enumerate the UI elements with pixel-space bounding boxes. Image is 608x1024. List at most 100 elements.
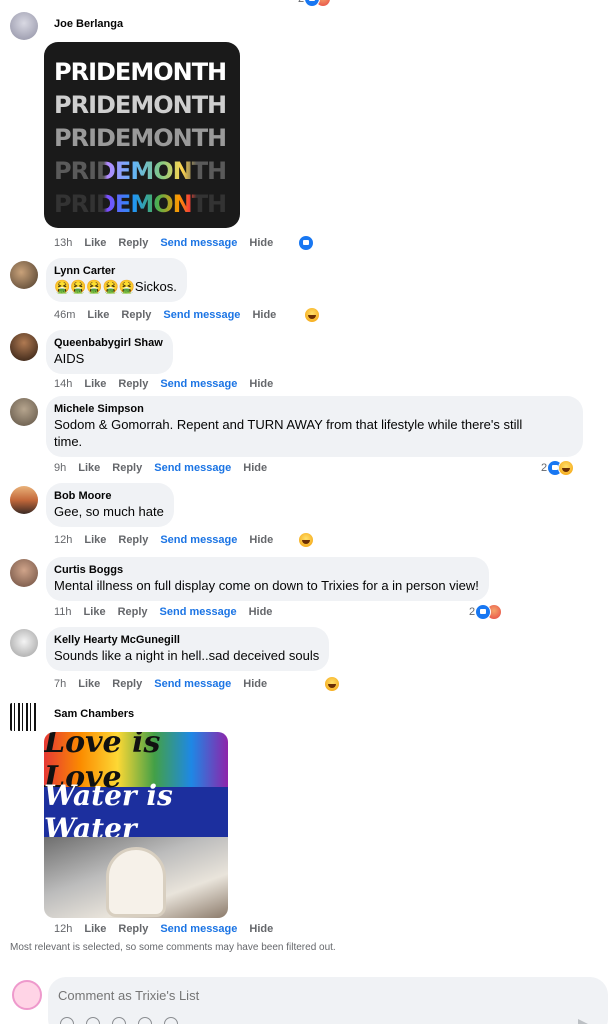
- comment-reactions[interactable]: 2: [469, 604, 503, 620]
- toilet-graphic: [106, 847, 166, 917]
- like-button[interactable]: Like: [84, 534, 106, 546]
- image-text-line: PRIDEMONTH: [54, 124, 227, 152]
- comment-composer: [48, 977, 608, 1024]
- comment-author[interactable]: Sam Chambers: [54, 708, 134, 720]
- comment-time[interactable]: 12h: [54, 534, 72, 546]
- comment-author[interactable]: Curtis Boggs: [54, 563, 479, 577]
- reply-button[interactable]: Reply: [118, 923, 148, 935]
- avatar[interactable]: [10, 486, 38, 514]
- reply-button[interactable]: Reply: [118, 378, 148, 390]
- comment-time[interactable]: 13h: [54, 237, 72, 249]
- reply-button[interactable]: Reply: [118, 606, 148, 618]
- gif-icon[interactable]: [138, 1017, 152, 1024]
- partial-actions-row: [54, 0, 69, 4]
- avatar[interactable]: [10, 333, 38, 361]
- like-button[interactable]: Like: [87, 309, 109, 321]
- send-message-button[interactable]: Send message: [160, 606, 237, 618]
- emoji-icon[interactable]: [86, 1017, 100, 1024]
- haha-reaction-icon: [324, 676, 340, 692]
- comment-reactions[interactable]: [298, 532, 314, 548]
- comment-reactions[interactable]: [324, 676, 340, 692]
- comment-text: Gee, so much hate: [54, 504, 164, 519]
- comment-author[interactable]: Bob Moore: [54, 489, 164, 503]
- comment-actions: 46m Like Reply Send message Hide: [54, 309, 288, 321]
- comment-time[interactable]: 14h: [54, 378, 72, 390]
- like-button[interactable]: Like: [78, 462, 100, 474]
- like-button[interactable]: Like: [84, 923, 106, 935]
- sticker-icon[interactable]: [164, 1017, 178, 1024]
- image-text-line: PRIDEMONTH: [54, 58, 227, 86]
- comment-author[interactable]: Kelly Hearty McGunegill: [54, 633, 319, 647]
- send-icon[interactable]: [578, 1019, 592, 1024]
- hide-button[interactable]: Hide: [249, 237, 273, 249]
- reply-button[interactable]: Reply: [118, 237, 148, 249]
- partial-reactions[interactable]: 2: [298, 0, 332, 7]
- send-message-button[interactable]: Send message: [160, 534, 237, 546]
- hide-button[interactable]: Hide: [252, 309, 276, 321]
- reply-button[interactable]: Reply: [112, 678, 142, 690]
- image-text-line: PRIDEMONTH: [54, 188, 232, 221]
- filter-note: Most relevant is selected, so some comme…: [10, 942, 336, 953]
- avatar[interactable]: [10, 703, 38, 731]
- image-photo: [44, 837, 228, 918]
- composer-avatar[interactable]: [12, 980, 42, 1010]
- comment-image-love-is-love[interactable]: Love is Love Water is Water: [44, 732, 228, 918]
- avatar[interactable]: [10, 398, 38, 426]
- comment-time[interactable]: 11h: [54, 606, 72, 618]
- comment-reactions[interactable]: [298, 235, 314, 251]
- like-button[interactable]: Like: [78, 678, 100, 690]
- comment-author[interactable]: Michele Simpson: [54, 402, 573, 416]
- comment-bubble: Michele Simpson Sodom & Gomorrah. Repent…: [46, 396, 583, 457]
- like-button[interactable]: Like: [84, 606, 106, 618]
- comment-time[interactable]: 46m: [54, 309, 75, 321]
- send-message-button[interactable]: Send message: [160, 237, 237, 249]
- comment-actions: 12h Like Reply Send message Hide: [54, 534, 285, 546]
- comment-reactions[interactable]: [304, 307, 320, 323]
- comment-text: AIDS: [54, 351, 85, 366]
- composer-tools: [60, 1017, 178, 1024]
- send-message-button[interactable]: Send message: [163, 309, 240, 321]
- comment-reactions[interactable]: 2: [541, 460, 575, 476]
- hide-button[interactable]: Hide: [243, 678, 267, 690]
- reply-button[interactable]: Reply: [118, 534, 148, 546]
- avatar[interactable]: [10, 559, 38, 587]
- comment-bubble: Queenbabygirl Shaw AIDS: [46, 330, 173, 374]
- reply-button[interactable]: Reply: [112, 462, 142, 474]
- avatar-sticker-icon[interactable]: [60, 1017, 74, 1024]
- comment-actions: 13h Like Reply Send message Hide: [54, 237, 285, 249]
- like-button[interactable]: Like: [84, 237, 106, 249]
- like-reaction-icon: [304, 0, 321, 7]
- avatar[interactable]: [10, 12, 38, 40]
- send-message-button[interactable]: Send message: [154, 678, 231, 690]
- like-button[interactable]: Like: [84, 378, 106, 390]
- comment-bubble: Curtis Boggs Mental illness on full disp…: [46, 557, 489, 601]
- comment-time[interactable]: 12h: [54, 923, 72, 935]
- like-reaction-icon: [475, 604, 492, 620]
- hide-button[interactable]: Hide: [249, 923, 273, 935]
- haha-reaction-icon: [304, 307, 320, 323]
- comment-author[interactable]: Queenbabygirl Shaw: [54, 336, 163, 350]
- camera-icon[interactable]: [112, 1017, 126, 1024]
- reply-button[interactable]: Reply: [121, 309, 151, 321]
- comment-time[interactable]: 9h: [54, 462, 66, 474]
- hide-button[interactable]: Hide: [249, 606, 273, 618]
- comment-actions: 14h Like Reply Send message Hide: [54, 378, 285, 390]
- comment-actions: 11h Like Reply Send message Hide: [54, 606, 284, 618]
- hide-button[interactable]: Hide: [249, 378, 273, 390]
- avatar[interactable]: [10, 629, 38, 657]
- send-message-button[interactable]: Send message: [160, 378, 237, 390]
- comment-text: 🤮🤮🤮🤮🤮Sickos.: [54, 279, 177, 294]
- comment-author[interactable]: Lynn Carter: [54, 264, 177, 278]
- comment-input[interactable]: [58, 988, 538, 1003]
- comment-image-pridemonth[interactable]: PRIDEMONTH PRIDEMONTH PRIDEMONTH PRIDEMO…: [44, 42, 240, 228]
- comment-text-line: Sodom & Gomorrah. Repent and TURN AWAY f…: [54, 417, 523, 432]
- avatar[interactable]: [10, 261, 38, 289]
- comment-time[interactable]: 7h: [54, 678, 66, 690]
- hide-button[interactable]: Hide: [243, 462, 267, 474]
- comment-text: Sounds like a night in hell..sad deceive…: [54, 648, 320, 663]
- comment-bubble: Kelly Hearty McGunegill Sounds like a ni…: [46, 627, 330, 671]
- comment-author[interactable]: Joe Berlanga: [54, 18, 123, 30]
- send-message-button[interactable]: Send message: [160, 923, 237, 935]
- hide-button[interactable]: Hide: [249, 534, 273, 546]
- send-message-button[interactable]: Send message: [154, 462, 231, 474]
